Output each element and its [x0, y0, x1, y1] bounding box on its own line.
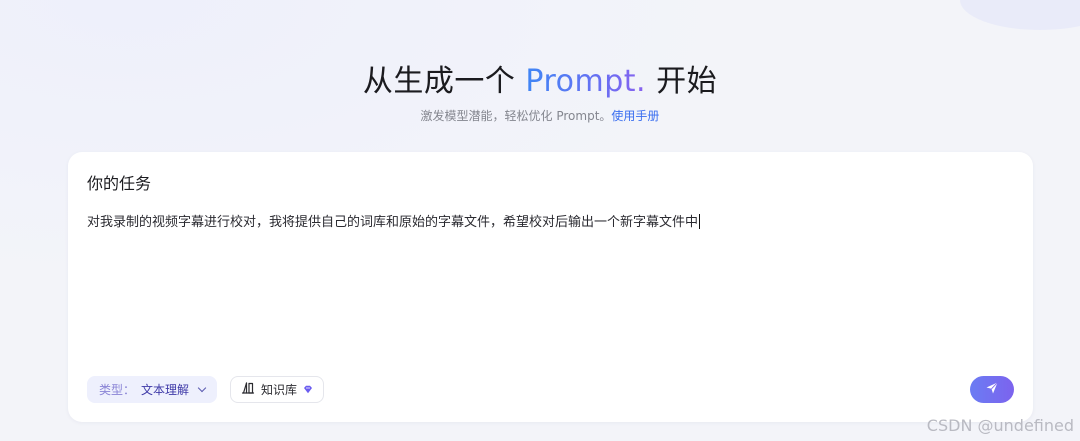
type-select[interactable]: 类型： 文本理解: [87, 376, 218, 403]
knowledge-base-label: 知识库: [261, 383, 298, 397]
task-title: 你的任务: [87, 174, 152, 193]
send-button[interactable]: [970, 376, 1014, 403]
type-label: 类型：: [99, 383, 136, 397]
page: 从生成一个 Prompt. 开始 激发模型潜能，轻松优化 Prompt。使用手册…: [0, 0, 1080, 441]
type-value: 文本理解: [141, 383, 190, 397]
subtitle: 激发模型潜能，轻松优化 Prompt。使用手册: [0, 107, 1080, 124]
task-card: 你的任务 对我录制的视频字幕进行校对，我将提供自己的词库和原始的字幕文件，希望校…: [68, 152, 1033, 422]
subtitle-text: 激发模型潜能，轻松优化 Prompt。: [420, 109, 612, 123]
diamond-icon: [303, 383, 313, 397]
text-caret: [699, 214, 701, 229]
watermark: CSDN @undefined: [926, 416, 1074, 435]
title-accent: Prompt.: [525, 64, 647, 99]
background-glow: [960, 0, 1080, 30]
title-prefix: 从生成一个: [362, 64, 526, 99]
paper-plane-icon: [985, 380, 999, 399]
title-suffix: 开始: [646, 64, 718, 99]
books-icon: [241, 381, 255, 398]
chevron-down-icon: [197, 383, 207, 393]
knowledge-base-button[interactable]: 知识库: [230, 376, 325, 403]
page-title: 从生成一个 Prompt. 开始: [0, 56, 1080, 100]
task-input[interactable]: 对我录制的视频字幕进行校对，我将提供自己的词库和原始的字幕文件，希望校对后输出一…: [87, 211, 1007, 230]
manual-link[interactable]: 使用手册: [611, 109, 659, 123]
task-input-value: 对我录制的视频字幕进行校对，我将提供自己的词库和原始的字幕文件，希望校对后输出一…: [87, 215, 699, 230]
